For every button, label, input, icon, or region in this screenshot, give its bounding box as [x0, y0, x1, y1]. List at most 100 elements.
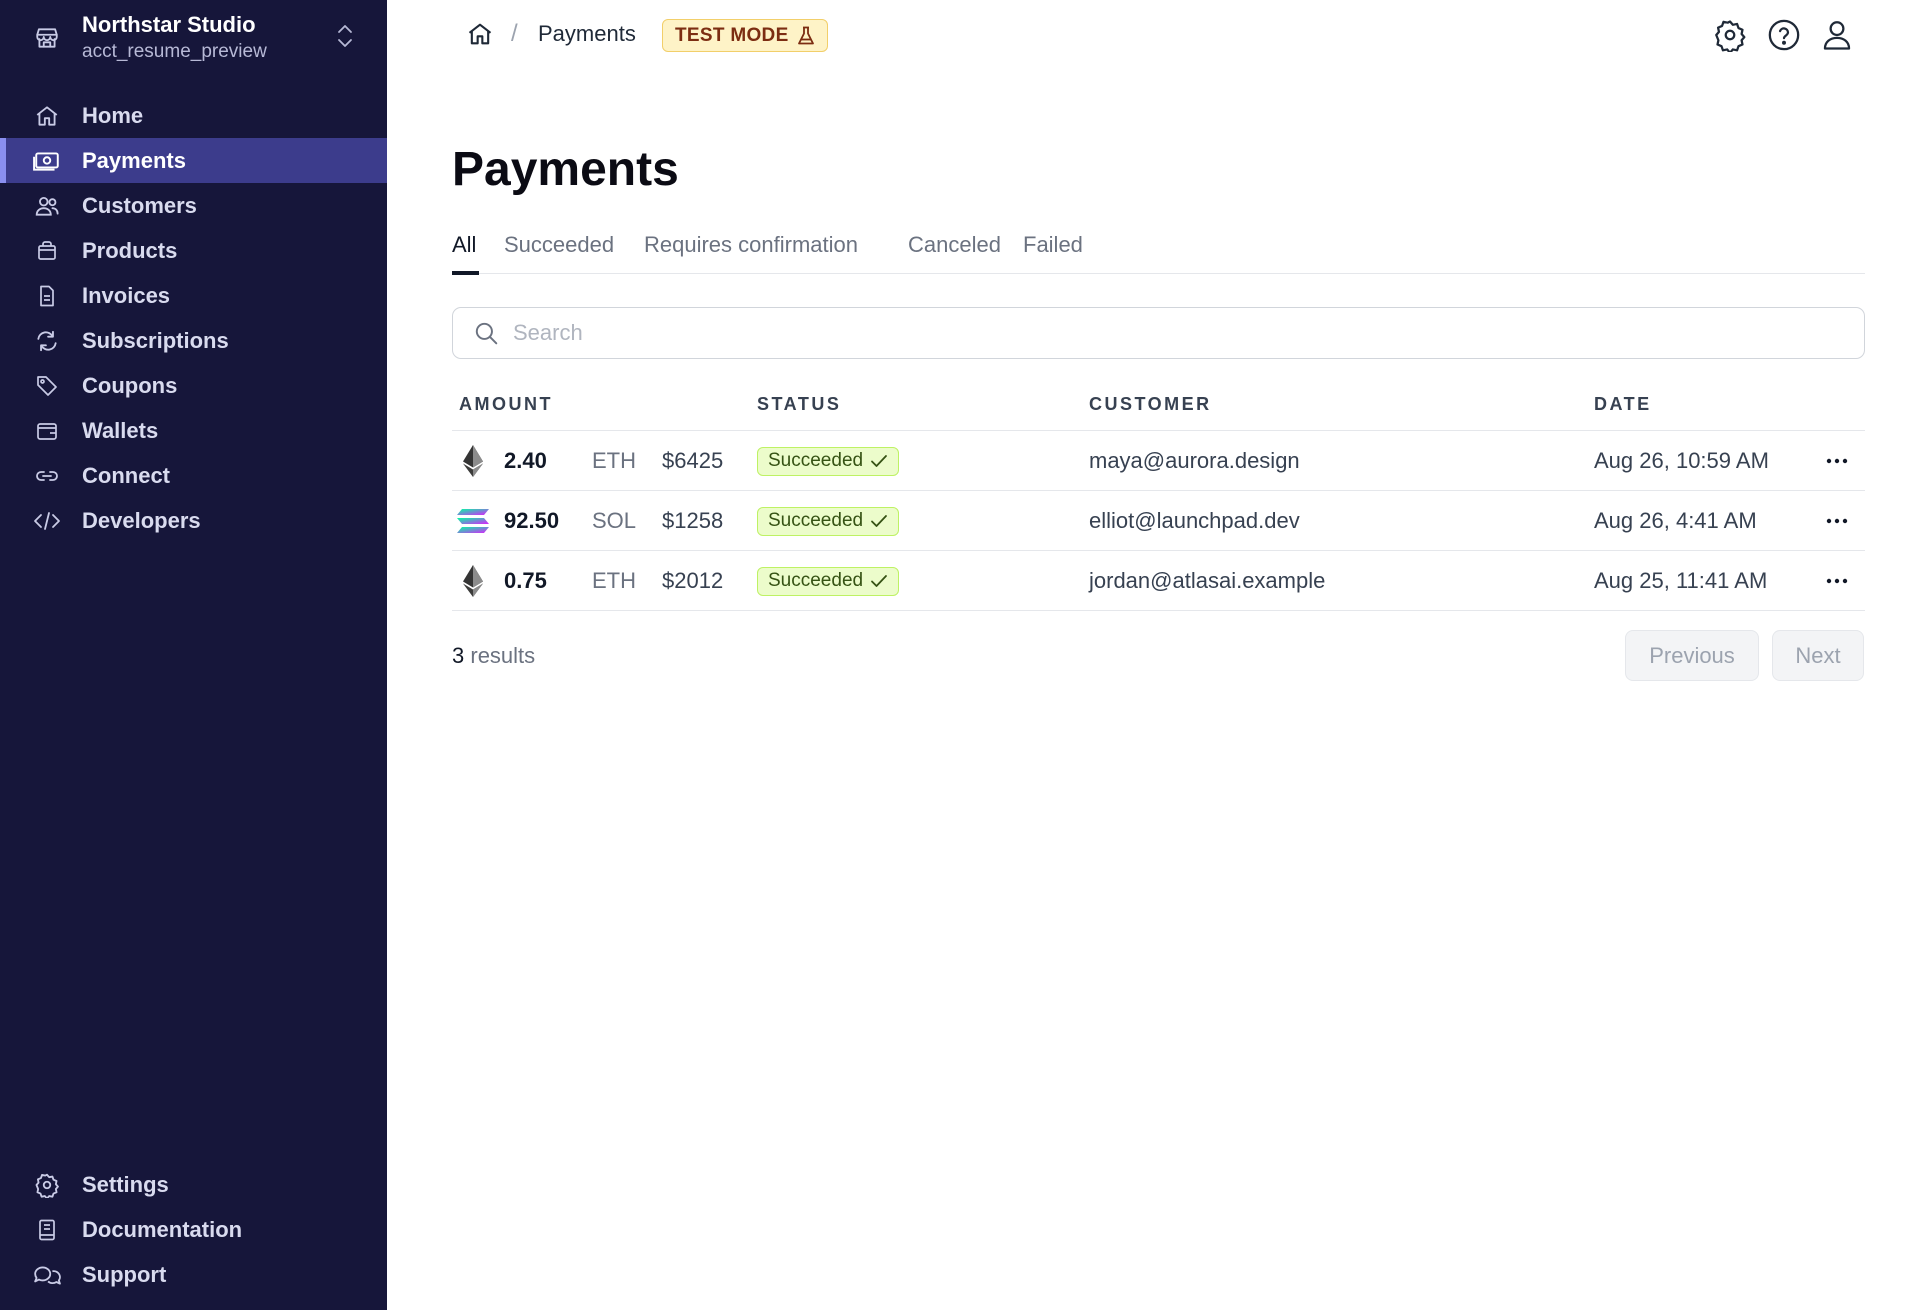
table-row[interactable]: 0.75 ETH $2012 Succeeded jordan@atlasai.… — [452, 551, 1865, 611]
sidebar-item-label: Connect — [82, 462, 170, 488]
next-page-button[interactable]: Next — [1772, 630, 1864, 681]
sidebar-item-settings[interactable]: Settings — [0, 1162, 387, 1207]
column-header-amount: AMOUNT — [459, 394, 553, 414]
tab-label: All — [452, 232, 477, 257]
flask-icon — [797, 26, 815, 46]
column-header-customer: CUSTOMER — [1089, 394, 1212, 414]
ethereum-icon — [456, 551, 490, 611]
sidebar-item-connect[interactable]: Connect — [0, 453, 387, 498]
search-input[interactable] — [513, 320, 1813, 346]
sidebar-item-coupons[interactable]: Coupons — [0, 363, 387, 408]
check-icon — [870, 573, 888, 589]
sidebar-item-support[interactable]: Support — [0, 1252, 387, 1297]
sidebar-item-label: Support — [82, 1261, 167, 1287]
amount-value: 0.75 — [504, 568, 547, 593]
status-label: Succeeded — [768, 450, 864, 471]
tab-canceled[interactable]: Canceled — [908, 232, 1001, 258]
connect-icon — [32, 461, 62, 491]
column-header-status: STATUS — [757, 394, 842, 414]
test-mode-label: TEST MODE — [675, 24, 789, 46]
status-cell: Succeeded — [757, 551, 900, 611]
tab-succeeded[interactable]: Succeeded — [504, 232, 614, 258]
ethereum-icon — [456, 431, 490, 491]
account-id: acct_resume_preview — [82, 41, 267, 62]
developers-icon — [32, 506, 62, 536]
usd-value: $6425 — [662, 448, 724, 473]
sidebar-item-invoices[interactable]: Invoices — [0, 273, 387, 318]
usd-value: $1258 — [662, 508, 724, 533]
home-icon[interactable] — [464, 18, 496, 50]
sidebar-item-label: Products — [82, 237, 178, 263]
payments-icon — [32, 146, 62, 176]
page-title: Payments — [452, 143, 679, 196]
sidebar-item-products[interactable]: Products — [0, 228, 387, 273]
status-badge: Succeeded — [757, 566, 900, 596]
user-icon[interactable] — [1819, 17, 1855, 53]
tab-all[interactable]: All — [452, 232, 476, 258]
table-row[interactable]: 92.50 SOL $1258 Succeeded elliot@launchp… — [452, 491, 1865, 551]
sidebar-item-customers[interactable]: Customers — [0, 183, 387, 228]
currency-code: SOL — [592, 508, 637, 533]
sidebar-item-label: Home — [82, 102, 144, 128]
subscriptions-icon — [32, 326, 62, 356]
results-number: 3 — [452, 643, 465, 668]
status-cell: Succeeded — [757, 491, 900, 551]
solana-icon — [456, 491, 490, 551]
coupons-icon — [32, 371, 62, 401]
sidebar-item-label: Wallets — [82, 417, 159, 443]
sidebar-item-label: Developers — [82, 507, 201, 533]
payment-date: Aug 26, 4:41 AM — [1594, 508, 1757, 533]
store-icon — [32, 23, 62, 53]
sidebar-item-documentation[interactable]: Documentation — [0, 1207, 387, 1252]
previous-page-button[interactable]: Previous — [1625, 630, 1759, 681]
payment-date: Aug 26, 10:59 AM — [1594, 448, 1769, 473]
invoices-icon — [32, 281, 62, 311]
search-icon — [473, 320, 499, 346]
amount-value: 2.40 — [504, 448, 547, 473]
tab-failed[interactable]: Failed — [1023, 232, 1083, 258]
sidebar-item-wallets[interactable]: Wallets — [0, 408, 387, 453]
customer-email: maya@aurora.design — [1089, 448, 1300, 473]
products-icon — [32, 236, 62, 266]
search-box[interactable] — [452, 307, 1865, 359]
breadcrumb-separator: / — [511, 20, 518, 47]
more-actions-icon[interactable] — [1819, 551, 1855, 611]
active-tab-indicator — [452, 271, 479, 275]
sidebar-item-home[interactable]: Home — [0, 93, 387, 138]
customers-icon — [32, 191, 62, 221]
table-row[interactable]: 2.40 ETH $6425 Succeeded maya@aurora.des… — [452, 431, 1865, 491]
test-mode-badge: TEST MODE — [662, 19, 828, 52]
sidebar-item-developers[interactable]: Developers — [0, 498, 387, 543]
more-actions-icon[interactable] — [1819, 491, 1855, 551]
tab-requires-confirmation[interactable]: Requires confirmation — [644, 232, 858, 258]
check-icon — [870, 513, 888, 529]
sidebar-nav: Home Payments Customers Products Invoice… — [0, 93, 387, 543]
documentation-icon — [32, 1215, 62, 1245]
home-icon — [32, 101, 62, 131]
currency-code: ETH — [592, 448, 636, 473]
status-label: Succeeded — [768, 570, 864, 591]
wallets-icon — [32, 416, 62, 446]
help-icon[interactable] — [1766, 17, 1802, 53]
account-name: Northstar Studio — [82, 12, 256, 37]
sidebar-item-label: Customers — [82, 192, 197, 218]
check-icon — [870, 453, 888, 469]
sidebar-item-subscriptions[interactable]: Subscriptions — [0, 318, 387, 363]
sidebar-item-payments[interactable]: Payments — [0, 138, 387, 183]
customer-email: jordan@atlasai.example — [1089, 568, 1326, 593]
payments-table: AMOUNT STATUS CUSTOMER DATE 2.40 ETH $64… — [452, 384, 1865, 611]
sidebar-item-label: Settings — [82, 1171, 169, 1197]
top-bar: / Payments TEST MODE — [387, 0, 1920, 72]
column-header-date: DATE — [1594, 394, 1652, 414]
chevron-up-down-icon[interactable] — [333, 20, 357, 52]
sidebar-item-label: Subscriptions — [82, 327, 229, 353]
status-label: Succeeded — [768, 510, 864, 531]
account-switcher[interactable]: Northstar Studio acct_resume_preview — [0, 0, 387, 76]
breadcrumb-current-page[interactable]: Payments — [538, 21, 636, 47]
sidebar-bottom-nav: Settings Documentation Support — [0, 1162, 387, 1297]
payment-date: Aug 25, 11:41 AM — [1594, 568, 1768, 593]
more-actions-icon[interactable] — [1819, 431, 1855, 491]
status-badge: Succeeded — [757, 446, 900, 476]
status-badge: Succeeded — [757, 506, 900, 536]
settings-icon[interactable] — [1712, 17, 1748, 53]
